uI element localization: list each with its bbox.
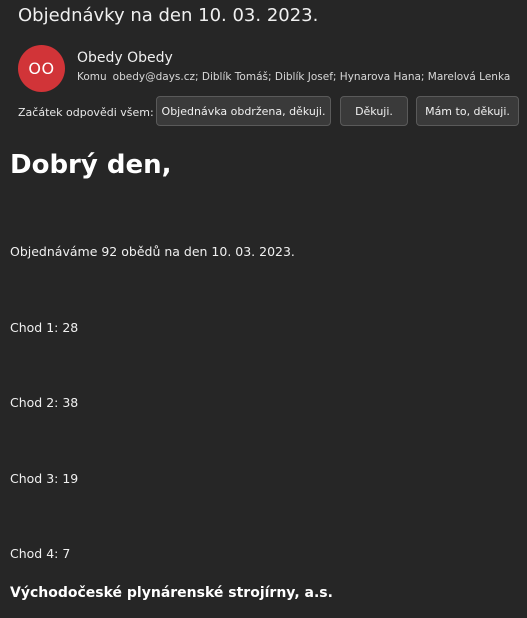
- quick-reply-button-thanks[interactable]: Děkuji.: [340, 96, 408, 126]
- order-summary-line: Objednáváme 92 obědů na den 10. 03. 2023…: [10, 244, 295, 259]
- quick-reply-button-order-received[interactable]: Objednávka obdržena, děkuji.: [156, 96, 331, 126]
- email-subject: Objednávky na den 10. 03. 2023.: [18, 5, 319, 26]
- sender-avatar[interactable]: OO: [18, 45, 65, 92]
- email-reading-pane: Objednávky na den 10. 03. 2023. OO Obedy…: [0, 0, 527, 618]
- email-signature: Východočeské plynárenské strojírny, a.s.: [10, 585, 333, 601]
- quick-reply-button-got-it[interactable]: Mám to, děkuji.: [416, 96, 519, 126]
- course-line: Chod 1: 28: [10, 320, 79, 335]
- email-greeting: Dobrý den,: [10, 150, 172, 180]
- course-line: Chod 4: 7: [10, 546, 71, 561]
- quick-reply-label: Začátek odpovědi všem:: [18, 106, 154, 119]
- course-line: Chod 3: 19: [10, 471, 79, 486]
- recipients-line: Komu obedy@days.cz; Diblík Tomáš; Diblík …: [77, 71, 510, 83]
- avatar-initials: OO: [28, 59, 55, 78]
- course-line: Chod 2: 38: [10, 395, 79, 410]
- recipients-list[interactable]: obedy@days.cz; Diblík Tomáš; Diblík Jose…: [113, 71, 511, 83]
- to-label: Komu: [77, 71, 107, 83]
- sender-name[interactable]: Obedy Obedy: [77, 50, 173, 66]
